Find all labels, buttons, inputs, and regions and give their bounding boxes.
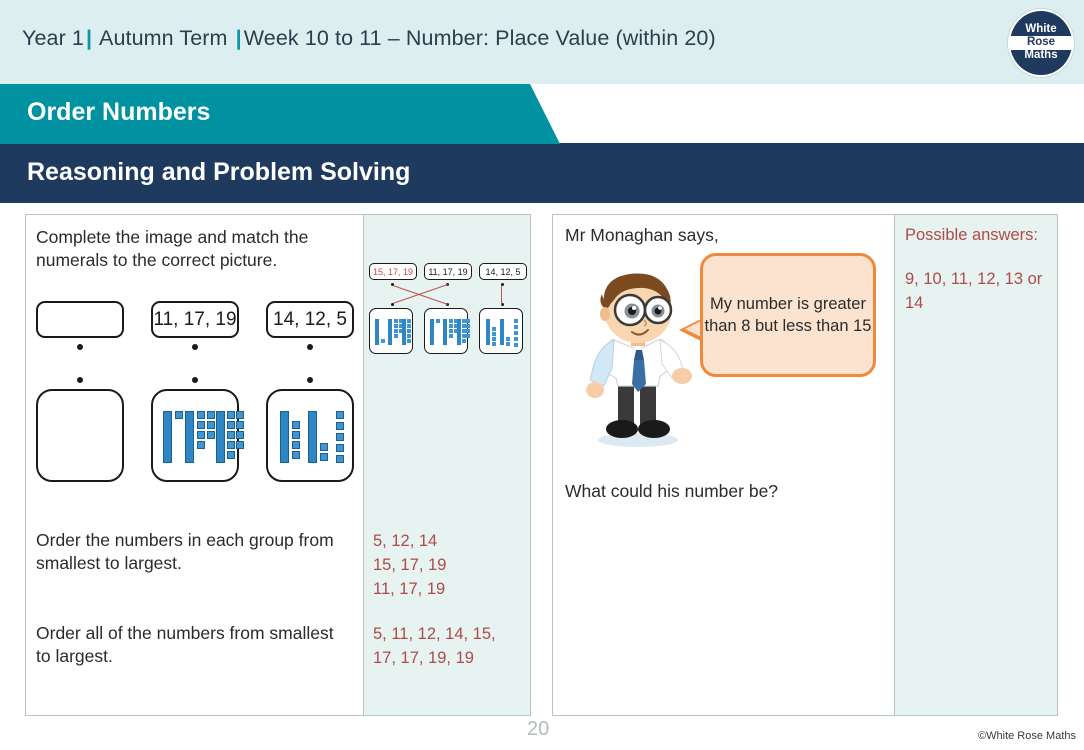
- logo-line-1: White: [1025, 23, 1057, 36]
- question-1-sub-prompt-1: Order the numbers in each group from sma…: [36, 530, 334, 574]
- header-breadcrumb: Year 1| Autumn Term |Week 10 to 11 – Num…: [22, 26, 716, 51]
- match-dot-picture-1[interactable]: [77, 377, 83, 383]
- answer-mini-picture-3: [479, 308, 523, 354]
- answer-mini-picture-1: [369, 308, 413, 354]
- answer-ordered-group-3: 11, 17, 19: [373, 580, 446, 598]
- picture-box-3[interactable]: [266, 389, 354, 482]
- page-number: 20: [527, 718, 550, 740]
- copyright-notice: ©White Rose Maths: [978, 730, 1076, 742]
- answer-mini-picture-2: [424, 308, 470, 354]
- match-dot-picture-3[interactable]: [307, 377, 313, 383]
- number-box-3[interactable]: 14, 12, 5: [266, 301, 354, 338]
- header-divider-2: |: [235, 26, 242, 50]
- picture-box-1-empty[interactable]: [36, 389, 124, 482]
- answer-mini-number-3: 14, 12, 5: [479, 263, 527, 280]
- answer-mini-number-1: 15, 17, 19: [369, 263, 417, 280]
- answer-2-heading: Possible answers:: [905, 226, 1038, 244]
- match-line-3: [501, 285, 502, 305]
- header-week: Week 10 to 11 – Number: Place Value (wit…: [243, 26, 716, 50]
- answer-ordered-group-2: 15, 17, 19: [373, 556, 447, 574]
- section-title: Reasoning and Problem Solving: [27, 158, 411, 186]
- question-2-intro: Mr Monaghan says,: [565, 225, 719, 245]
- lesson-title: Order Numbers: [27, 98, 211, 126]
- match-dot-number-2[interactable]: [192, 344, 198, 350]
- number-box-1[interactable]: [36, 301, 124, 338]
- number-box-2[interactable]: 11, 17, 19: [151, 301, 239, 338]
- answer-mini-number-2: 11, 17, 19: [424, 263, 472, 280]
- white-rose-maths-logo: White Rose Maths: [1008, 9, 1074, 77]
- logo-line-3: Maths: [1024, 48, 1058, 61]
- header-term: Autumn Term: [99, 26, 228, 50]
- match-dot-number-3[interactable]: [307, 344, 313, 350]
- answer-ordered-group-1: 5, 12, 14: [373, 532, 438, 550]
- match-dot-picture-2[interactable]: [192, 377, 198, 383]
- speech-bubble-text: My number is greater than 8 but less tha…: [704, 294, 872, 335]
- question-1-prompt: Complete the image and match the numeral…: [36, 227, 309, 271]
- picture-box-2[interactable]: [151, 389, 244, 482]
- header-year: Year 1: [22, 26, 84, 50]
- mr-monaghan-illustration: [586, 273, 692, 447]
- question-1-sub-prompt-2: Order all of the numbers from smallest t…: [36, 623, 334, 667]
- speech-bubble: My number is greater than 8 but less tha…: [700, 253, 876, 377]
- answer-ordered-all: 5, 11, 12, 14, 15, 17, 17, 19, 19: [373, 625, 496, 667]
- logo-line-2: Rose: [1010, 36, 1072, 50]
- answer-2-values: 9, 10, 11, 12, 13 or 14: [905, 270, 1043, 312]
- question-2-question: What could his number be?: [565, 481, 779, 501]
- match-dot-number-1[interactable]: [77, 344, 83, 350]
- header-divider-1: |: [85, 26, 93, 50]
